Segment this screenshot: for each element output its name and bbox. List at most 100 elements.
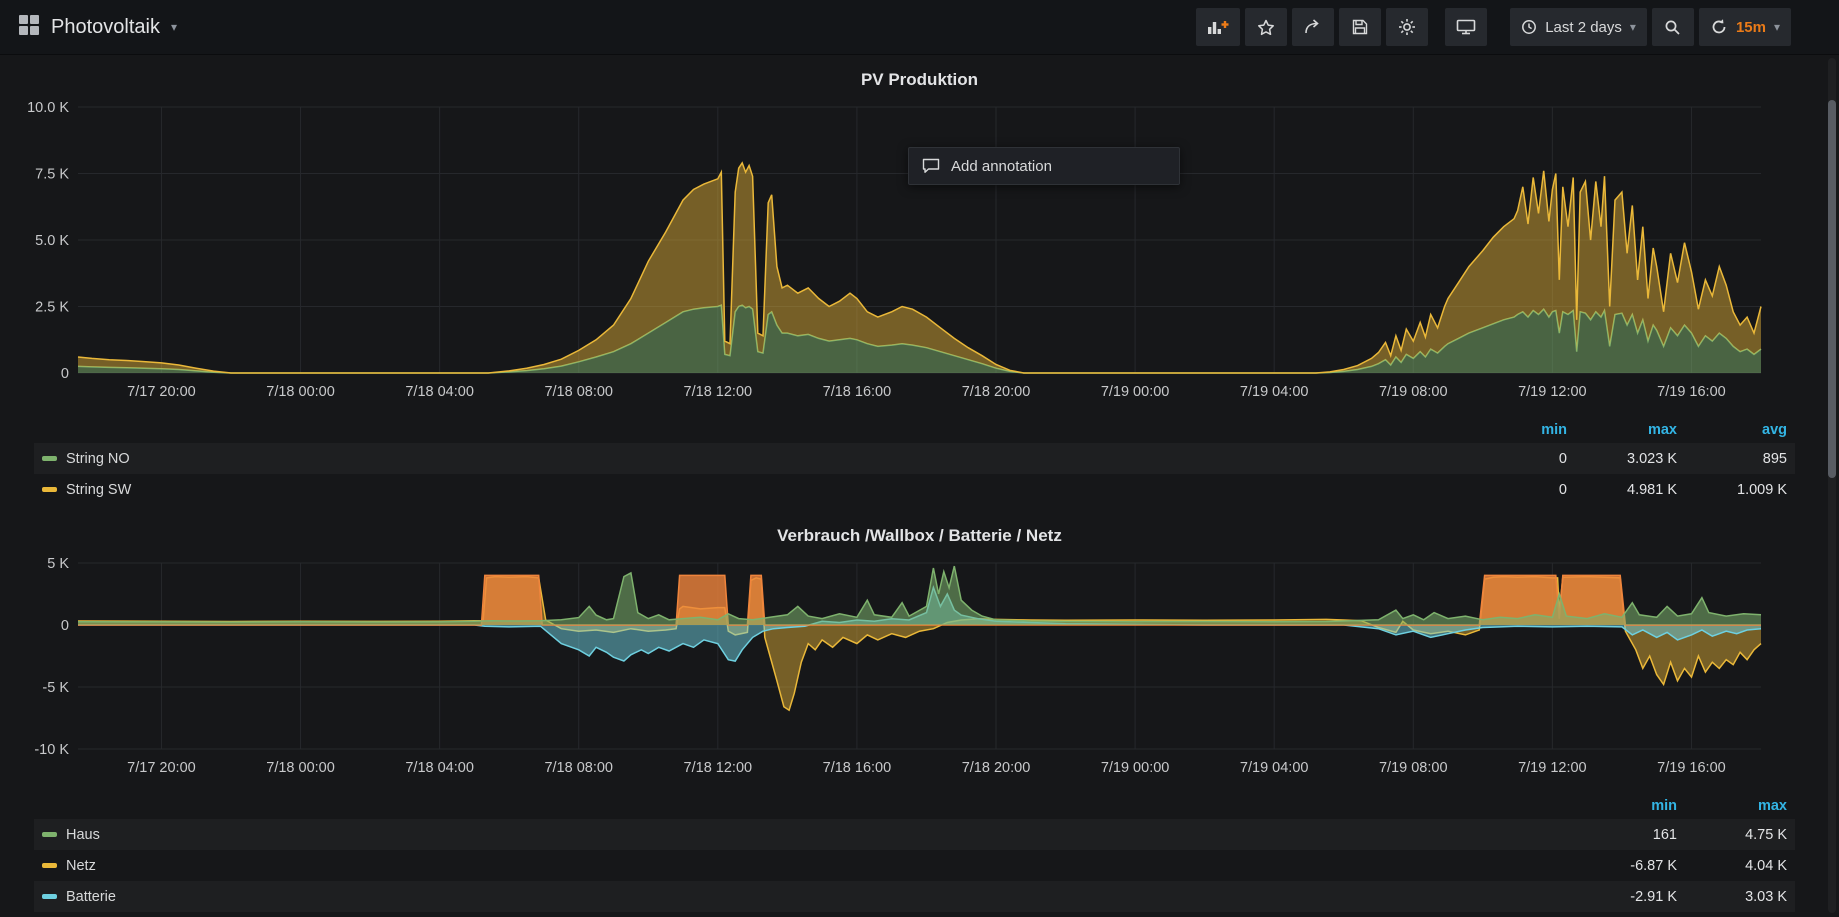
legend-col-min[interactable]: min xyxy=(1457,422,1567,438)
legend-series-name[interactable]: Netz xyxy=(66,858,96,874)
legend-swatch xyxy=(42,456,57,461)
share-button[interactable] xyxy=(1292,8,1334,46)
legend-value: 4.981 K xyxy=(1567,482,1677,498)
add-panel-button[interactable] xyxy=(1196,8,1240,46)
svg-text:5 K: 5 K xyxy=(47,556,69,572)
legend-series-name[interactable]: String SW xyxy=(66,482,131,498)
legend-value: -2.91 K xyxy=(1567,889,1677,905)
time-range-label: Last 2 days xyxy=(1545,19,1622,36)
svg-text:7/19 00:00: 7/19 00:00 xyxy=(1101,760,1170,776)
legend-value: 4.04 K xyxy=(1677,858,1787,874)
vertical-scrollbar[interactable] xyxy=(1828,58,1836,913)
legend-series-name[interactable]: Batterie xyxy=(66,889,116,905)
gear-icon xyxy=(1398,18,1416,36)
add-annotation-menu-item[interactable]: Add annotation xyxy=(908,147,1180,185)
refresh-button[interactable]: 15m ▾ xyxy=(1699,8,1791,46)
svg-text:7/18 20:00: 7/18 20:00 xyxy=(962,760,1031,776)
save-button[interactable] xyxy=(1339,8,1381,46)
dashboard-title[interactable]: Photovoltaik xyxy=(51,16,160,39)
legend-value: 0 xyxy=(1457,482,1567,498)
legend-row: String SW 04.981 K1.009 K xyxy=(34,474,1795,505)
save-icon xyxy=(1352,19,1368,35)
svg-text:7/18 20:00: 7/18 20:00 xyxy=(962,384,1031,400)
svg-text:7/17 20:00: 7/17 20:00 xyxy=(127,384,196,400)
annotation-bubble-icon xyxy=(922,158,940,174)
legend-value: -6.87 K xyxy=(1567,858,1677,874)
svg-text:7/18 16:00: 7/18 16:00 xyxy=(823,384,892,400)
legend-series-name[interactable]: Haus xyxy=(66,827,100,843)
svg-text:7/17 20:00: 7/17 20:00 xyxy=(127,760,196,776)
panel-verbrauch: Verbrauch /Wallbox / Batterie / Netz 7/1… xyxy=(0,511,1839,912)
svg-text:7/19 08:00: 7/19 08:00 xyxy=(1379,384,1448,400)
legend-value: 895 xyxy=(1677,451,1787,467)
tv-mode-button[interactable] xyxy=(1445,8,1487,46)
star-button[interactable] xyxy=(1245,8,1287,46)
svg-text:10.0 K: 10.0 K xyxy=(27,100,69,116)
svg-text:7/19 08:00: 7/19 08:00 xyxy=(1379,760,1448,776)
svg-text:2.5 K: 2.5 K xyxy=(35,300,69,316)
svg-text:7/18 16:00: 7/18 16:00 xyxy=(823,760,892,776)
legend-value: 1.009 K xyxy=(1677,482,1787,498)
svg-text:7/19 16:00: 7/19 16:00 xyxy=(1657,384,1726,400)
legend-swatch xyxy=(42,832,57,837)
legend-col-max[interactable]: max xyxy=(1677,798,1787,814)
legend-value: 4.75 K xyxy=(1677,827,1787,843)
zoom-out-button[interactable] xyxy=(1652,8,1694,46)
svg-text:-10 K: -10 K xyxy=(34,742,69,758)
pv-produktion-chart[interactable]: 7/17 20:00 7/18 00:00 7/18 04:00 7/18 08:00… xyxy=(8,97,1797,413)
svg-text:7/18 12:00: 7/18 12:00 xyxy=(684,384,753,400)
svg-text:7/18 00:00: 7/18 00:00 xyxy=(266,384,335,400)
settings-button[interactable] xyxy=(1386,8,1428,46)
legend-header-row: minmaxavg xyxy=(34,417,1795,443)
svg-text:7/19 12:00: 7/19 12:00 xyxy=(1518,384,1587,400)
refresh-icon xyxy=(1710,18,1728,36)
svg-text:7/18 12:00: 7/18 12:00 xyxy=(684,760,753,776)
verbrauch-chart[interactable]: 7/17 20:007/18 00:007/18 04:007/18 08:00… xyxy=(8,553,1797,789)
svg-text:7/19 16:00: 7/19 16:00 xyxy=(1657,760,1726,776)
share-icon xyxy=(1304,19,1322,35)
chevron-down-icon: ▾ xyxy=(1630,21,1636,33)
legend-header-row: minmax xyxy=(34,793,1795,819)
bar-chart-plus-icon xyxy=(1207,19,1229,35)
legend-col-max[interactable]: max xyxy=(1567,422,1677,438)
panel-pv-produktion: PV Produktion 7/17 20:00 7/18 00:00 7/18 0… xyxy=(0,55,1839,505)
legend-series-name[interactable]: String NO xyxy=(66,451,130,467)
legend-row: String NO03.023 K895 xyxy=(34,443,1795,474)
svg-text:7/19 12:00: 7/19 12:00 xyxy=(1518,760,1587,776)
svg-text:7/18 08:00: 7/18 08:00 xyxy=(544,760,613,776)
legend-swatch xyxy=(42,894,57,899)
svg-text:-5 K: -5 K xyxy=(42,680,69,696)
svg-text:7/18 00:00: 7/18 00:00 xyxy=(266,760,335,776)
apps-grid-icon[interactable] xyxy=(18,14,40,41)
panel-title[interactable]: Verbrauch /Wallbox / Batterie / Netz xyxy=(0,511,1839,553)
legend-value: 3.03 K xyxy=(1677,889,1787,905)
refresh-interval-label[interactable]: 15m xyxy=(1736,19,1766,36)
svg-text:7/19 04:00: 7/19 04:00 xyxy=(1240,760,1309,776)
chevron-down-icon[interactable]: ▾ xyxy=(171,21,177,33)
legend-row: Batterie -2.91 K3.03 K xyxy=(34,881,1795,912)
star-icon xyxy=(1257,19,1275,36)
dashboard: PV Produktion 7/17 20:00 7/18 00:00 7/18 0… xyxy=(0,55,1839,912)
legend-pv-produktion: minmaxavgString NO03.023 K895String SW04… xyxy=(34,417,1795,505)
clock-icon xyxy=(1521,19,1537,35)
svg-text:7/19 04:00: 7/19 04:00 xyxy=(1240,384,1309,400)
monitor-icon xyxy=(1456,19,1476,35)
svg-text:0: 0 xyxy=(61,366,69,382)
legend-value: 3.023 K xyxy=(1567,451,1677,467)
svg-text:0: 0 xyxy=(61,618,69,634)
panel-title[interactable]: PV Produktion xyxy=(0,55,1839,97)
legend-verbrauch: minmaxHaus1614.75 KNetz-6.87 K4.04 KBatt… xyxy=(34,793,1795,912)
legend-swatch xyxy=(42,863,57,868)
time-range-picker[interactable]: Last 2 days ▾ xyxy=(1510,8,1647,46)
svg-text:7/18 04:00: 7/18 04:00 xyxy=(405,384,474,400)
svg-text:7.5 K: 7.5 K xyxy=(35,167,69,183)
add-annotation-label: Add annotation xyxy=(951,158,1052,175)
svg-text:7/19 00:00: 7/19 00:00 xyxy=(1101,384,1170,400)
legend-swatch xyxy=(42,487,57,492)
legend-col-avg[interactable]: avg xyxy=(1677,422,1787,438)
chevron-down-icon: ▾ xyxy=(1774,21,1780,33)
navbar: Photovoltaik ▾ xyxy=(0,0,1839,55)
legend-col-min[interactable]: min xyxy=(1567,798,1677,814)
scrollbar-thumb[interactable] xyxy=(1828,100,1836,478)
svg-text:7/18 08:00: 7/18 08:00 xyxy=(544,384,613,400)
